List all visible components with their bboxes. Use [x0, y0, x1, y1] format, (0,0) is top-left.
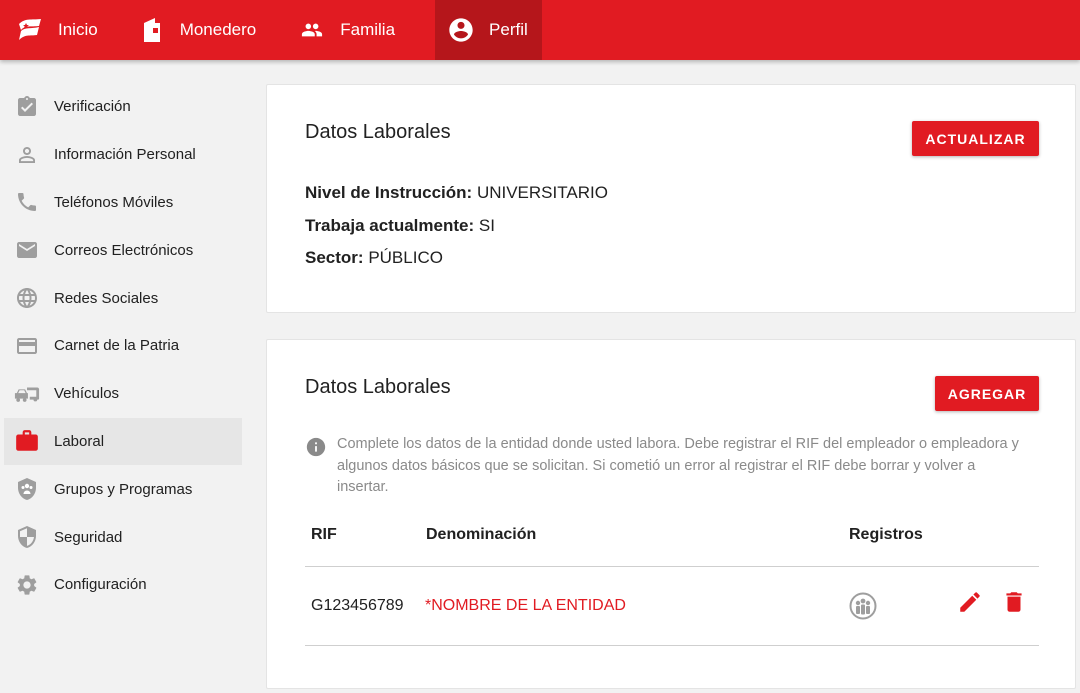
info-message: Complete los datos de la entidad donde u… — [305, 434, 1025, 499]
group-shield-icon — [14, 476, 40, 502]
nav-monedero-label: Monedero — [179, 20, 257, 39]
clipboard-check-icon — [14, 94, 40, 120]
mail-icon — [14, 237, 40, 263]
sidebar-item-label: Vehículos — [54, 385, 120, 403]
sidebar-item-seguridad[interactable]: Seguridad — [4, 513, 242, 561]
field-label: Nivel de Instrucción: — [305, 183, 473, 202]
sidebar-item-label: Correos Electrónicos — [54, 241, 194, 259]
sidebar-item-grupos-programas[interactable]: Grupos y Programas — [4, 465, 242, 513]
wallet-icon — [138, 16, 166, 44]
sidebar-item-redes-sociales[interactable]: Redes Sociales — [4, 274, 242, 322]
edit-pencil-icon[interactable] — [957, 589, 983, 620]
sidebar-item-carnet-patria[interactable]: Carnet de la Patria — [4, 322, 242, 370]
sidebar: Verificación Información Personal Teléfo… — [0, 60, 250, 693]
sidebar-item-label: Teléfonos Móviles — [54, 193, 174, 211]
sidebar-item-label: Seguridad — [54, 528, 123, 546]
sidebar-item-label: Verificación — [54, 98, 131, 116]
field-nivel-instruccion: Nivel de Instrucción: UNIVERSITARIO — [305, 183, 608, 203]
column-header-denominacion: Denominación — [426, 526, 537, 543]
field-value: UNIVERSITARIO — [476, 183, 608, 202]
sidebar-item-laboral[interactable]: Laboral — [4, 417, 242, 466]
column-header-registros: Registros — [849, 526, 923, 543]
sidebar-item-label: Carnet de la Patria — [54, 337, 180, 355]
agregar-button[interactable]: AGREGAR — [935, 376, 1039, 411]
column-header-rif: RIF — [311, 526, 337, 543]
flag-icon — [16, 16, 44, 44]
field-value: SI — [478, 216, 495, 235]
account-circle-icon — [447, 16, 475, 44]
sidebar-item-label: Grupos y Programas — [54, 480, 193, 498]
sidebar-item-telefonos[interactable]: Teléfonos Móviles — [4, 179, 242, 227]
field-label: Sector: — [305, 248, 364, 267]
sidebar-item-label: Información Personal — [54, 146, 196, 164]
actualizar-button[interactable]: ACTUALIZAR — [912, 121, 1039, 156]
field-sector: Sector: PÚBLICO — [305, 248, 443, 268]
delete-trash-icon[interactable] — [1001, 589, 1027, 620]
field-label: Trabaja actualmente: — [305, 216, 475, 235]
gear-icon — [14, 572, 40, 598]
info-text: Complete los datos de la entidad donde u… — [337, 436, 1019, 495]
info-icon — [305, 436, 329, 460]
phone-icon — [14, 189, 40, 215]
field-value: PÚBLICO — [368, 248, 443, 267]
nav-perfil[interactable]: Perfil — [435, 0, 542, 60]
table-row-divider — [305, 645, 1039, 646]
sidebar-item-label: Laboral — [54, 432, 105, 450]
briefcase-icon — [14, 428, 40, 454]
table-header-divider — [305, 566, 1039, 567]
sidebar-item-label: Configuración — [54, 576, 147, 594]
nav-inicio-label: Inicio — [58, 20, 98, 39]
sidebar-item-verificacion[interactable]: Verificación — [4, 83, 242, 131]
sidebar-item-correos[interactable]: Correos Electrónicos — [4, 226, 242, 274]
nav-familia-label: Familia — [340, 20, 396, 39]
sidebar-item-label: Redes Sociales — [54, 289, 159, 307]
card-icon — [14, 333, 40, 359]
card-title: Datos Laborales — [305, 121, 451, 143]
sidebar-item-vehiculos[interactable]: Vehículos — [4, 370, 242, 418]
datos-laborales-summary-card: Datos Laborales ACTUALIZAR Nivel de Inst… — [266, 84, 1076, 313]
sidebar-item-configuracion[interactable]: Configuración — [4, 561, 242, 609]
cell-rif: G123456789 — [311, 597, 404, 614]
nav-inicio[interactable]: Inicio — [0, 0, 112, 60]
cell-denominacion: *NOMBRE DE LA ENTIDAD — [425, 597, 626, 614]
datos-laborales-entities-card: Datos Laborales AGREGAR Complete los dat… — [266, 339, 1076, 689]
field-trabaja-actualmente: Trabaja actualmente: SI — [305, 216, 495, 236]
nav-familia[interactable]: Familia — [284, 0, 409, 60]
shield-icon — [14, 524, 40, 550]
sidebar-item-informacion-personal[interactable]: Información Personal — [4, 131, 242, 179]
registros-group-icon[interactable] — [849, 592, 877, 625]
top-navigation: Inicio Monedero Familia Perfil — [0, 0, 1080, 60]
people-icon — [298, 16, 326, 44]
nav-monedero[interactable]: Monedero — [124, 0, 271, 60]
nav-perfil-label: Perfil — [489, 20, 528, 39]
card-title: Datos Laborales — [305, 376, 451, 398]
vehicles-icon — [14, 381, 40, 407]
person-icon — [14, 142, 40, 168]
globe-icon — [14, 285, 40, 311]
